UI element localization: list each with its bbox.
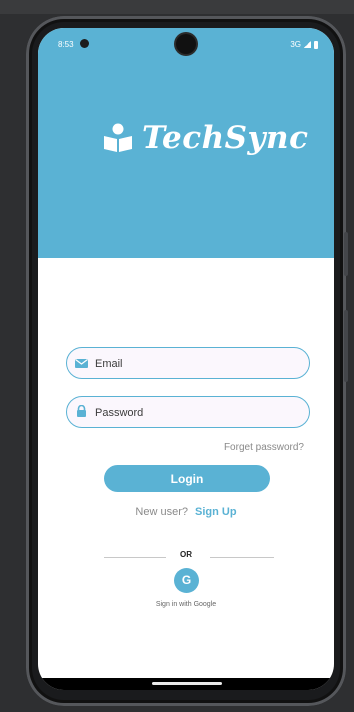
signal-icon <box>304 41 311 48</box>
login-button[interactable]: Login <box>104 465 270 492</box>
brand-logo: TechSync <box>102 120 308 156</box>
google-signin-button[interactable]: G <box>174 568 199 593</box>
home-indicator[interactable] <box>152 682 222 685</box>
network-type: 3G <box>290 40 301 49</box>
or-label: OR <box>180 550 192 559</box>
header-wave <box>38 204 334 251</box>
notification-icon <box>80 39 89 48</box>
volume-button <box>344 232 348 276</box>
reader-book-icon <box>104 123 132 152</box>
app-screen: 8:53 3G TechSync Forget password? Login <box>38 28 334 690</box>
window-top-strip <box>0 0 354 14</box>
status-time: 8:53 <box>58 40 74 49</box>
camera-cutout <box>176 34 196 54</box>
divider-right <box>210 557 274 558</box>
signup-prompt: New user? Sign Up <box>38 506 334 518</box>
google-signin-label: Sign in with Google <box>155 601 217 608</box>
new-user-text: New user? <box>135 506 188 518</box>
brand-name: TechSync <box>142 120 309 156</box>
status-right: 3G <box>290 40 318 49</box>
password-field[interactable] <box>66 396 310 428</box>
forgot-password-link[interactable]: Forget password? <box>224 442 304 453</box>
mail-icon <box>75 359 88 368</box>
email-input[interactable] <box>93 353 303 375</box>
sign-up-link[interactable]: Sign Up <box>195 506 237 518</box>
power-button <box>344 310 348 382</box>
password-input[interactable] <box>93 402 303 424</box>
lock-icon <box>77 405 86 417</box>
email-field[interactable] <box>66 347 310 379</box>
battery-icon <box>314 40 318 49</box>
